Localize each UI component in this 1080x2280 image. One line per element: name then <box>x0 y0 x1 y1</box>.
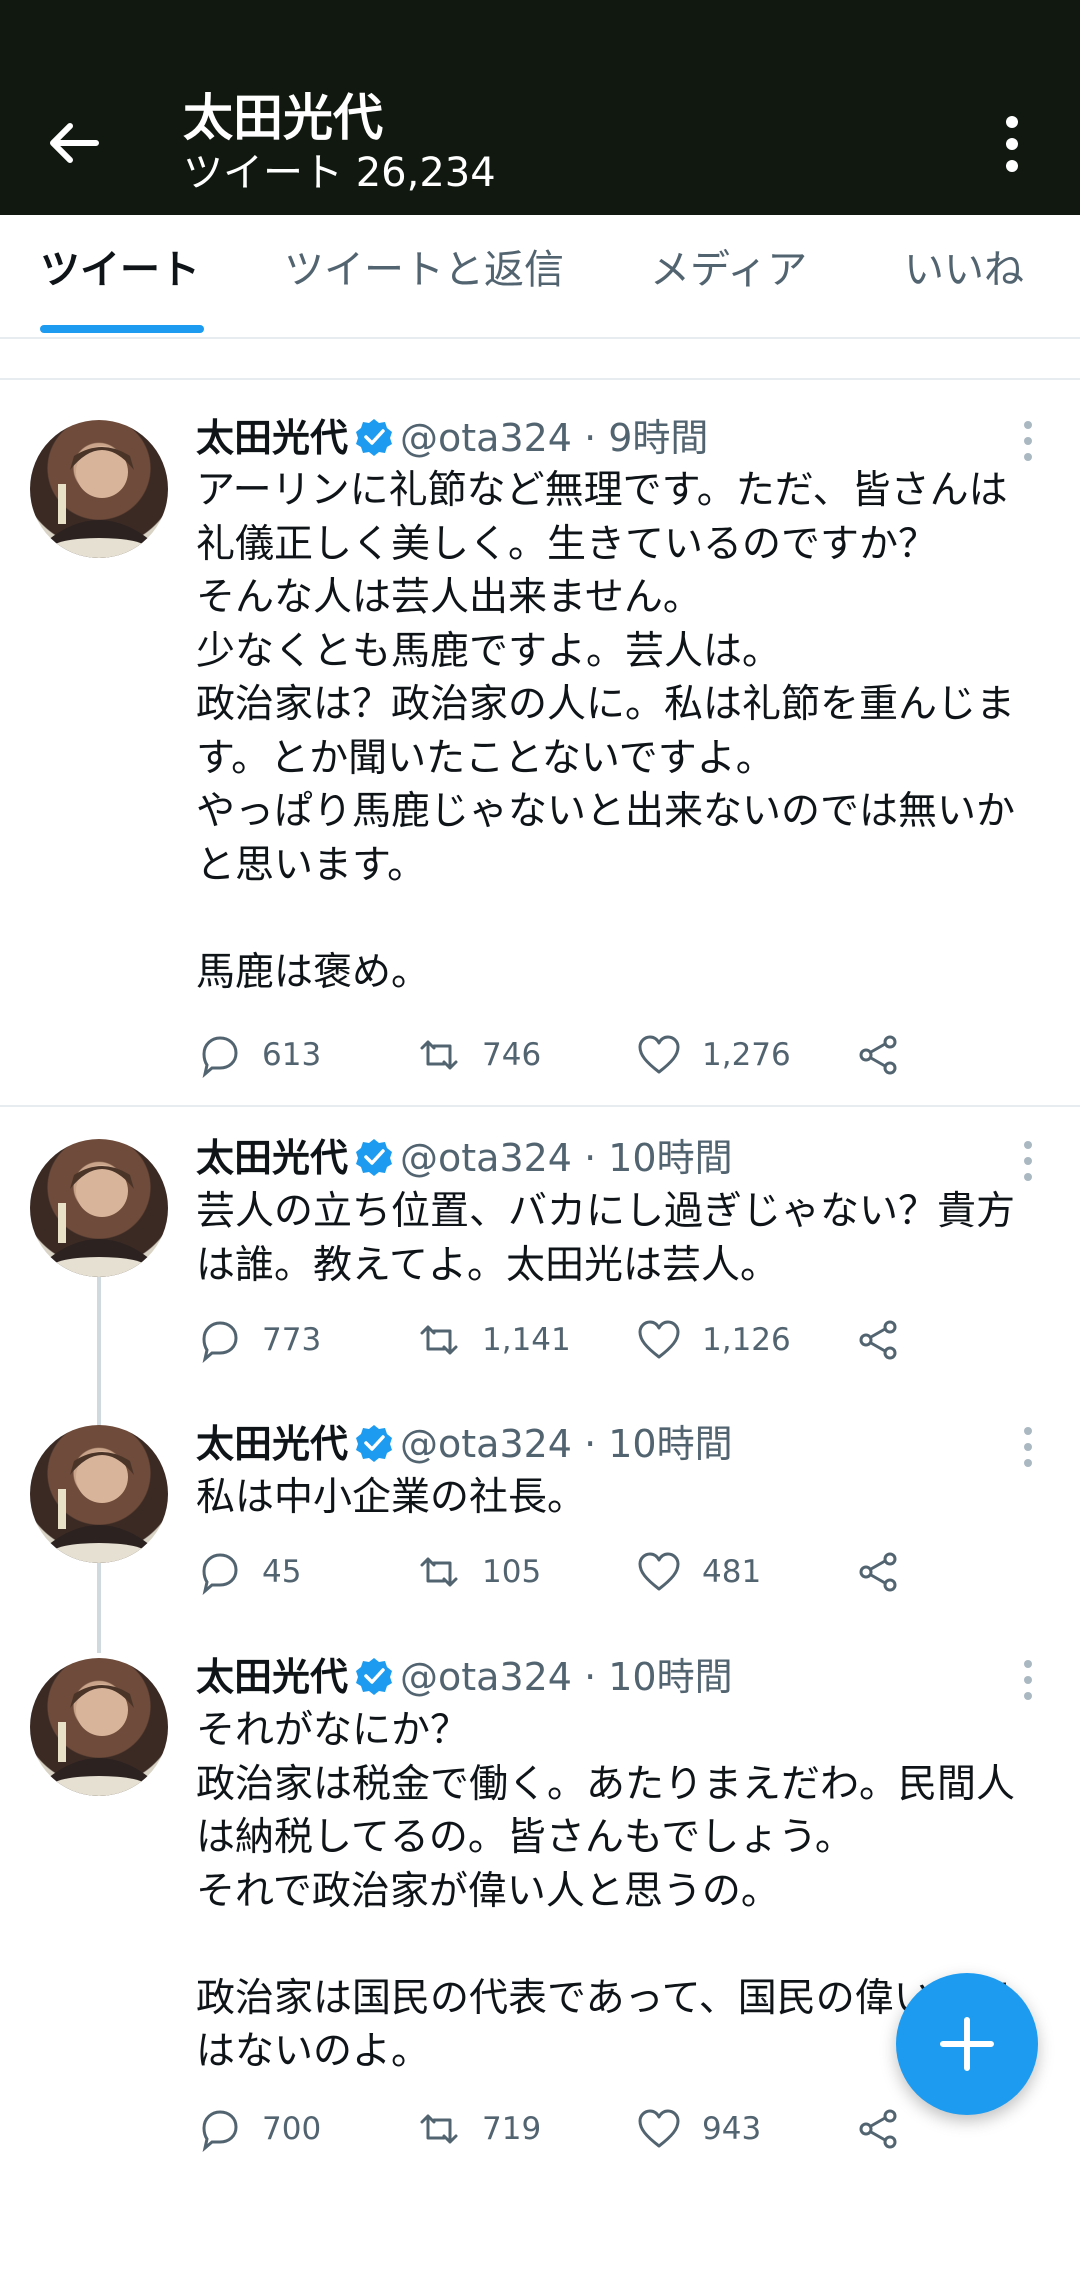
share-icon <box>859 1320 897 1360</box>
author-handle[interactable]: @ota324 <box>400 416 572 460</box>
header-tweet-count: ツイート 26,234 <box>183 150 496 196</box>
tweet-text: 私は中小企業の社長。 <box>196 1475 587 1520</box>
tab-likes[interactable]: いいね <box>904 245 1024 295</box>
header-profile-name: 太田光代 <box>183 89 383 147</box>
reply-count: 613 <box>262 1037 322 1073</box>
tab-tweets[interactable]: ツイート <box>40 245 200 295</box>
comment-icon <box>202 1321 238 1363</box>
retweet-count: 1,141 <box>482 1322 571 1358</box>
divider <box>0 1105 1080 1107</box>
avatar[interactable] <box>30 1139 168 1277</box>
share-button[interactable] <box>856 2104 922 2154</box>
reply-count: 700 <box>262 2111 322 2147</box>
profile-header: 太田光代 ツイート 26,234 <box>0 0 1080 215</box>
like-count: 1,126 <box>702 1322 791 1358</box>
like-button[interactable]: 1,276 <box>636 1030 791 1080</box>
tweet-actions: 773 1,141 1,126 <box>196 1315 956 1365</box>
avatar[interactable] <box>30 1425 168 1563</box>
more-options-icon[interactable] <box>990 112 1034 176</box>
author-name[interactable]: 太田光代 <box>196 416 348 460</box>
tweet-meta: 太田光代 @ota324 · 10時間 <box>196 1420 733 1468</box>
author-name[interactable]: 太田光代 <box>196 1655 348 1699</box>
divider <box>0 378 1080 380</box>
active-tab-indicator <box>40 325 204 333</box>
tab-media[interactable]: メディア <box>650 245 807 295</box>
share-button[interactable] <box>856 1547 922 1597</box>
retweet-icon <box>420 1040 458 1070</box>
reply-button[interactable]: 700 <box>196 2104 321 2154</box>
like-button[interactable]: 943 <box>636 2104 761 2154</box>
share-icon <box>859 2109 897 2149</box>
like-count: 1,276 <box>702 1037 791 1073</box>
tweet-more-icon[interactable] <box>1016 418 1040 464</box>
heart-icon <box>638 1035 680 1074</box>
reply-button[interactable]: 773 <box>196 1315 321 1365</box>
retweet-button[interactable]: 746 <box>416 1030 541 1080</box>
comment-icon <box>202 2110 238 2152</box>
tweet-text: アーリンに礼節など無理です。ただ、皆さんは礼儀正しく美しく。生きているのですか？… <box>196 468 1016 995</box>
share-icon <box>859 1552 897 1592</box>
like-count: 943 <box>702 2111 762 2147</box>
retweet-button[interactable]: 719 <box>416 2104 541 2154</box>
tweet-more-icon[interactable] <box>1016 1138 1040 1184</box>
reply-count: 45 <box>262 1554 302 1590</box>
retweet-button[interactable]: 105 <box>416 1547 541 1597</box>
tweet-meta: 太田光代 @ota324 · 9時間 <box>196 414 708 462</box>
like-count: 481 <box>702 1554 762 1590</box>
retweet-count: 719 <box>482 2111 542 2147</box>
share-icon <box>859 1035 897 1075</box>
tweet-actions: 45 105 481 <box>196 1547 956 1597</box>
retweet-button[interactable]: 1,141 <box>416 1315 571 1365</box>
share-button[interactable] <box>856 1030 922 1080</box>
heart-icon <box>638 1320 680 1359</box>
verified-badge-icon <box>356 419 393 456</box>
avatar[interactable] <box>30 1658 168 1796</box>
verified-badge-icon <box>356 1139 393 1176</box>
verified-badge-icon <box>356 1425 393 1462</box>
verified-badge-icon <box>356 1658 393 1695</box>
back-arrow-icon[interactable] <box>44 113 104 173</box>
author-handle[interactable]: @ota324 <box>400 1422 572 1466</box>
thread-connector <box>97 1563 101 1653</box>
retweet-icon <box>420 2114 458 2144</box>
author-handle[interactable]: @ota324 <box>400 1136 572 1180</box>
profile-tabs: ツイート ツイートと返信 メディア いいね <box>0 215 1080 339</box>
tweet-actions: 700 719 943 <box>196 2104 956 2154</box>
avatar[interactable] <box>30 420 168 558</box>
tweet-text: 芸人の立ち位置、バカにし過ぎじゃない？貴方は誰。教えてよ。太田光は芸人。 <box>196 1189 1016 1288</box>
tweet-time: · 9時間 <box>584 416 709 460</box>
tweet-meta: 太田光代 @ota324 · 10時間 <box>196 1653 733 1701</box>
retweet-count: 105 <box>482 1554 542 1590</box>
tweet-time: · 10時間 <box>584 1422 733 1466</box>
author-name[interactable]: 太田光代 <box>196 1422 348 1466</box>
author-handle[interactable]: @ota324 <box>400 1655 572 1699</box>
reply-count: 773 <box>262 1322 322 1358</box>
comment-icon <box>202 1036 238 1078</box>
heart-icon <box>638 2109 680 2148</box>
tweet-more-icon[interactable] <box>1016 1424 1040 1470</box>
tweet-more-icon[interactable] <box>1016 1657 1040 1703</box>
plus-icon <box>940 2017 994 2071</box>
author-name[interactable]: 太田光代 <box>196 1136 348 1180</box>
reply-button[interactable]: 613 <box>196 1030 321 1080</box>
like-button[interactable]: 1,126 <box>636 1315 791 1365</box>
like-button[interactable]: 481 <box>636 1547 761 1597</box>
comment-icon <box>202 1553 238 1595</box>
reply-button[interactable]: 45 <box>196 1547 301 1597</box>
tweet-actions: 613 746 1,276 <box>196 1030 956 1080</box>
tweet-time: · 10時間 <box>584 1655 733 1699</box>
retweet-icon <box>420 1557 458 1587</box>
compose-tweet-button[interactable] <box>896 1973 1038 2115</box>
tweet-time: · 10時間 <box>584 1136 733 1180</box>
retweet-icon <box>420 1325 458 1355</box>
tweet-meta: 太田光代 @ota324 · 10時間 <box>196 1134 733 1182</box>
share-button[interactable] <box>856 1315 922 1365</box>
retweet-count: 746 <box>482 1037 542 1073</box>
tab-tweets-and-replies[interactable]: ツイートと返信 <box>284 245 564 295</box>
heart-icon <box>638 1552 680 1591</box>
